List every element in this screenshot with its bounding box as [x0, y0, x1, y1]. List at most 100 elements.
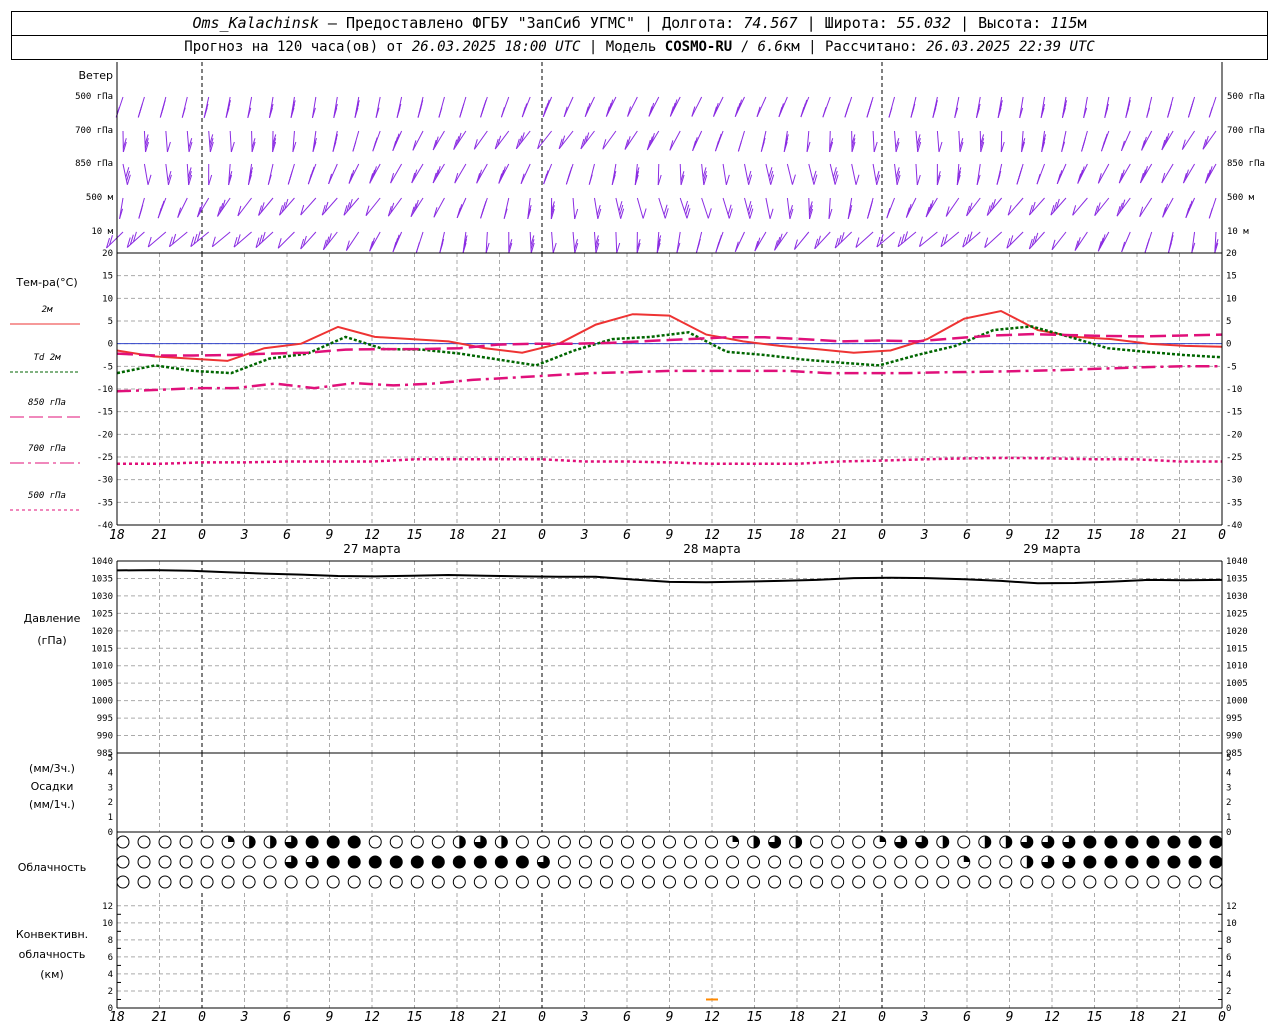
- ytick-label: -40: [1226, 521, 1242, 531]
- cloud-circle: [137, 875, 151, 889]
- ytick-label: 12: [1226, 902, 1237, 912]
- legend-label: Td 2м: [33, 353, 61, 363]
- xtick-label-bottom: 6: [283, 1010, 291, 1024]
- cloud-circle: [747, 875, 761, 889]
- xtick-label-bottom: 3: [240, 1010, 249, 1024]
- cloud-fill: [1167, 856, 1180, 868]
- ytick-label: 5: [108, 753, 113, 763]
- cloud-cover-marker: [684, 875, 698, 889]
- wind-barb: [669, 96, 681, 117]
- wind-barb: [744, 163, 750, 185]
- ytick-label: 8: [108, 936, 113, 946]
- ytick-label: -5: [102, 362, 113, 372]
- labels: 20 2015 1510 105 50 0-5 -5-10 -10-15 -15-20 -20-2…: [10, 69, 1265, 1024]
- cloud-cover-marker: [957, 855, 971, 869]
- meteogram: 20 2015 1510 105 50 0-5 -5-10 -10-15 -15-20 -20-2…: [10, 62, 1265, 1024]
- cloud-cover-marker: [1209, 875, 1223, 889]
- cloud-cover-marker: [158, 835, 172, 849]
- xtick-label-bottom: 18: [449, 1010, 465, 1024]
- wind-barb-feather: [916, 174, 921, 186]
- ytick-label: 10: [102, 294, 113, 304]
- cloud-cover-marker: [578, 835, 592, 849]
- cloud-cover-marker: [705, 875, 719, 889]
- cloud-cover-marker: [852, 855, 866, 869]
- wind-barb: [1097, 231, 1110, 252]
- cloud-cover-marker: [641, 875, 655, 889]
- cloud-circle: [641, 855, 655, 869]
- wind-barb: [602, 130, 617, 150]
- wind-barb: [1141, 130, 1153, 151]
- wind-barb: [208, 130, 211, 153]
- cloud-fill: [879, 836, 886, 842]
- cloud-cover-marker: [768, 835, 782, 849]
- cloud-circle: [410, 835, 424, 849]
- xtick-label-bottom: 15: [1087, 1010, 1103, 1024]
- cloud-cover-marker: [1041, 835, 1055, 849]
- cloud-cover-marker: [221, 875, 235, 889]
- cloud-fill: [1005, 835, 1012, 848]
- cloud-cover-marker: [1041, 855, 1055, 869]
- cloud-cover-marker: [936, 875, 950, 889]
- cloud-cover-marker: [705, 835, 719, 849]
- cloud-circle: [726, 875, 740, 889]
- cloud-circle: [852, 875, 866, 889]
- wind-barb-feather: [707, 208, 712, 219]
- precip-title: Осадки: [31, 780, 74, 793]
- wind-barb: [765, 197, 771, 219]
- cloud-circle: [515, 875, 529, 889]
- cloud-circle: [368, 835, 382, 849]
- cloud-cover-marker: [578, 855, 592, 869]
- cloud-cover-marker: [915, 855, 929, 869]
- ytick-label: 1: [1226, 813, 1231, 823]
- legend-label: 700 гПа: [28, 444, 66, 454]
- cloud-cover-marker: [894, 835, 908, 849]
- cloud-cover-marker: [452, 855, 466, 869]
- cloud-circle: [599, 855, 613, 869]
- cloud-cover-marker: [915, 835, 929, 849]
- ytick-label: 1005: [91, 679, 113, 689]
- cloud-fill: [1210, 836, 1222, 848]
- cloud-cover-marker: [789, 855, 803, 869]
- ytick-label: 2: [108, 798, 113, 808]
- cloud-fill: [348, 836, 361, 848]
- cloud-cover-marker: [179, 835, 193, 849]
- cloud-circle: [137, 835, 151, 849]
- xtick-label: 3: [240, 528, 249, 543]
- wind-barb-feather: [181, 107, 186, 118]
- cloud-cover-marker: [137, 875, 151, 889]
- wind-barb: [322, 231, 338, 251]
- wind-barb: [636, 197, 644, 219]
- cloud-cover-circles: [116, 835, 1223, 889]
- wind-barb-feather: [1168, 103, 1173, 114]
- pressure-unit: (гПа): [37, 634, 66, 647]
- cloud-circle: [347, 875, 361, 889]
- wind-barb: [658, 197, 666, 219]
- ytick-label: 1020: [91, 627, 113, 637]
- xtick-label: 9: [326, 528, 334, 543]
- cloud-cover-marker: [557, 875, 571, 889]
- cloud-cover-marker: [410, 855, 424, 869]
- wind-barb: [1139, 163, 1153, 184]
- cloud-circle: [578, 875, 592, 889]
- xtick-label: 12: [364, 528, 380, 543]
- ytick-label: -5: [1226, 362, 1237, 372]
- cloud-cover-marker: [1167, 855, 1181, 869]
- wind-barb-feather: [568, 166, 573, 178]
- wind-barb-feather: [574, 208, 579, 220]
- wind-barb-feather: [438, 107, 443, 118]
- wind-barb: [593, 231, 597, 254]
- cloud-cover-marker: [305, 855, 319, 869]
- cloud-circle: [999, 875, 1013, 889]
- wind-barb: [432, 163, 445, 184]
- cloud-cover-marker: [789, 835, 803, 849]
- cloud-fill: [942, 836, 949, 848]
- xtick-label: 0: [198, 528, 206, 543]
- ytick-label: 5: [1226, 317, 1231, 327]
- xtick-label-bottom: 9: [666, 1010, 674, 1024]
- cloud-cover-marker: [536, 835, 550, 849]
- wind-barb-feather: [310, 166, 315, 178]
- wind-barb-feather: [1145, 238, 1150, 249]
- wind-barb-feather: [845, 103, 850, 114]
- cloud-circle: [810, 835, 824, 849]
- xtick-label: 15: [407, 528, 423, 543]
